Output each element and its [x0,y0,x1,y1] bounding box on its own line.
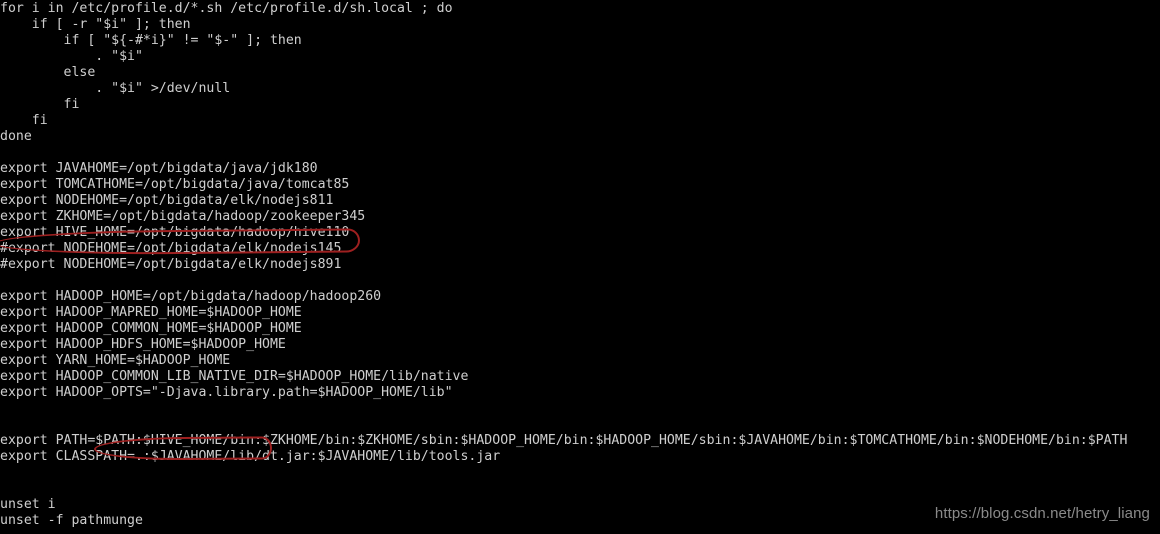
terminal-line: export HADOOP_COMMON_LIB_NATIVE_DIR=$HAD… [0,369,469,384]
terminal-line: fi [0,113,48,128]
terminal-line: export YARN_HOME=$HADOOP_HOME [0,353,231,368]
terminal-text-content: for i in /etc/profile.d/*.sh /etc/profil… [0,1,1127,529]
terminal-line: export HADOOP_COMMON_HOME=$HADOOP_HOME [0,321,302,336]
terminal-line: if [ "${-#*i}" != "$-" ]; then [0,33,302,48]
terminal-window[interactable]: for i in /etc/profile.d/*.sh /etc/profil… [0,0,1160,534]
terminal-line: #export NODEHOME=/opt/bigdata/elk/nodejs… [0,241,342,256]
terminal-line: export NODEHOME=/opt/bigdata/elk/nodejs8… [0,193,334,208]
terminal-line: export CLASSPATH=.:$JAVAHOME/lib/dt.jar:… [0,449,501,464]
terminal-line: fi [0,97,80,112]
terminal-line: export HADOOP_HDFS_HOME=$HADOOP_HOME [0,337,286,352]
terminal-line: export HADOOP_HOME=/opt/bigdata/hadoop/h… [0,289,382,304]
terminal-line: export ZKHOME=/opt/bigdata/hadoop/zookee… [0,209,366,224]
terminal-line: else [0,65,96,80]
terminal-line: export PATH=$PATH:$HIVE_HOME/bin:$ZKHOME… [0,433,1128,448]
terminal-line: . "$i" >/dev/null [0,81,231,96]
terminal-line: for i in /etc/profile.d/*.sh /etc/profil… [0,1,453,16]
terminal-line: export HADOOP_MAPRED_HOME=$HADOOP_HOME [0,305,302,320]
terminal-line: if [ -r "$i" ]; then [0,17,191,32]
terminal-line: done [0,129,32,144]
watermark-text: https://blog.csdn.net/hetry_liang [934,505,1150,522]
terminal-line: #export NODEHOME=/opt/bigdata/elk/nodejs… [0,257,342,272]
terminal-line: export TOMCATHOME=/opt/bigdata/java/tomc… [0,177,350,192]
terminal-line: export HIVE_HOME=/opt/bigdata/hadoop/hiv… [0,225,350,240]
terminal-line: export HADOOP_OPTS="-Djava.library.path=… [0,385,453,400]
terminal-line: . "$i" [0,49,143,64]
terminal-line: export JAVAHOME=/opt/bigdata/java/jdk180 [0,161,318,176]
